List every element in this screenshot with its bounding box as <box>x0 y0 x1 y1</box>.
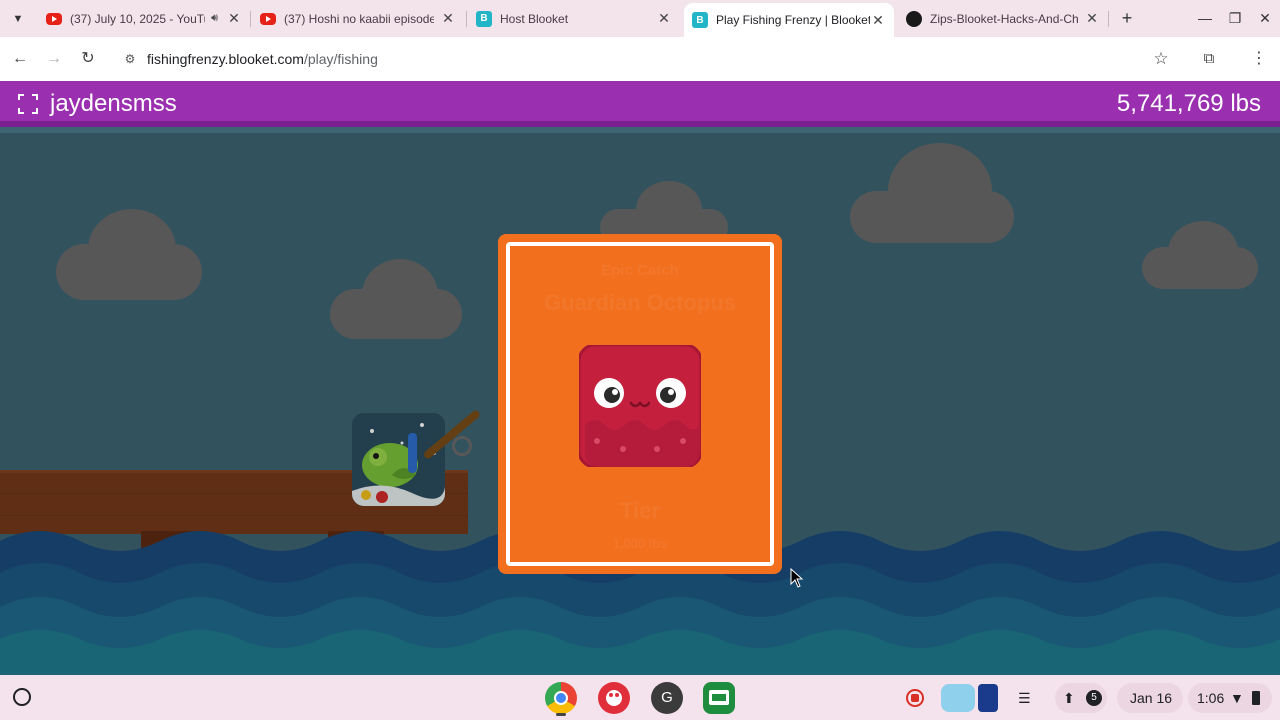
window-thumbnail[interactable] <box>978 684 998 712</box>
catch-weight: 1,000 lbs <box>612 536 668 551</box>
total-weight: 5,741,769 lbs <box>1116 90 1261 117</box>
speaker-icon[interactable]: 🔊︎ <box>211 12 218 25</box>
tab-host-blooket[interactable]: B Host Blooket ✕ <box>468 5 680 32</box>
tab-separator <box>466 11 467 27</box>
arrow-left-icon: ← <box>12 50 28 67</box>
catch-rarity: Epic Catch <box>601 262 679 279</box>
upload-icon: ⬆︎ <box>1063 690 1075 706</box>
launcher-button[interactable] <box>13 688 31 706</box>
tab-title: Zips-Blooket-Hacks-And-Cheats <box>930 11 1078 26</box>
player-name: jaydensmss <box>50 90 177 117</box>
browser-toolbar: ← → ↻ ⚙︎ fishingfrenzy.blooket.com/play/… <box>0 37 1280 81</box>
arrow-right-icon: → <box>46 50 62 67</box>
tab-title: Play Fishing Frenzy | Blooket <box>716 13 870 27</box>
clock-text: 1:06 <box>1197 690 1225 706</box>
red-octopus-blook <box>579 345 701 467</box>
close-icon[interactable]: ✕ <box>870 12 886 29</box>
wifi-icon: ▼ <box>1230 690 1244 706</box>
tab-separator <box>1108 11 1109 27</box>
playlist-icon[interactable]: ☰ <box>1018 688 1031 708</box>
tab-separator <box>250 11 251 27</box>
plus-icon: + <box>1121 8 1133 28</box>
game-header: jaydensmss 5,741,769 lbs <box>0 81 1280 127</box>
bookmark-star-icon[interactable]: ☆ <box>1150 48 1172 70</box>
site-info-icon[interactable]: ⚙︎ <box>119 48 141 70</box>
tab-search-button[interactable]: ▼ <box>7 8 29 30</box>
close-icon: ✕ <box>1259 10 1271 26</box>
chevron-down-icon: ▼ <box>12 13 24 25</box>
g-app-icon[interactable]: G <box>651 682 683 714</box>
youtube-icon <box>46 11 62 27</box>
game-canvas: jaydensmss 5,741,769 lbs Epic Catch Guar… <box>0 81 1280 675</box>
screen-record-icon[interactable] <box>906 689 924 707</box>
minimize-button[interactable]: — <box>1194 8 1216 28</box>
fullscreen-icon[interactable] <box>18 94 38 114</box>
restore-icon: ❐ <box>1228 10 1242 26</box>
blooket-icon: B <box>476 10 492 27</box>
youtube-icon <box>260 11 276 27</box>
canva-palette-icon[interactable] <box>598 682 630 714</box>
url-host: fishingfrenzy.blooket.com <box>147 51 304 67</box>
classroom-app-icon[interactable] <box>703 682 735 714</box>
close-icon[interactable]: ✕ <box>226 10 242 27</box>
url-text[interactable]: fishingfrenzy.blooket.com/play/fishing <box>147 51 378 67</box>
date-text: Jan 16 <box>1130 690 1173 706</box>
tab-youtube-hoshi[interactable]: (37) Hoshi no kaabii episode ✕ <box>252 5 464 32</box>
catch-card[interactable]: Epic Catch Guardian Octopus Tier 1,000 l… <box>498 234 782 574</box>
reload-icon: ↻ <box>81 50 95 67</box>
catch-tier: Tier <box>620 498 660 523</box>
more-menu-icon[interactable]: ⋮ <box>1248 48 1270 70</box>
close-icon[interactable]: ✕ <box>1084 10 1100 27</box>
tab-youtube-july[interactable]: (37) July 10, 2025 - YouTube 🔊︎ ✕ <box>38 5 250 32</box>
tab-title: Host Blooket <box>500 11 569 26</box>
tab-title: (37) Hoshi no kaabii episode <box>284 11 434 26</box>
close-window-button[interactable]: ✕ <box>1254 8 1276 28</box>
tab-fishing-frenzy[interactable]: B Play Fishing Frenzy | Blooket ✕ <box>684 3 894 37</box>
url-path: /play/fishing <box>303 51 378 67</box>
blooket-icon: B <box>692 12 708 28</box>
minimize-icon: — <box>1198 10 1212 26</box>
tab-strip: ▼ (37) July 10, 2025 - YouTube 🔊︎ ✕ (37)… <box>0 0 1280 37</box>
close-icon[interactable]: ✕ <box>656 10 672 27</box>
address-bar[interactable]: ⚙︎ fishingfrenzy.blooket.com/play/fishin… <box>113 43 1193 75</box>
extensions-icon[interactable]: ⧉ <box>1198 48 1220 70</box>
running-indicator <box>556 713 566 716</box>
tab-title: (37) July 10, 2025 - YouTube <box>70 11 205 26</box>
mouse-cursor-icon <box>790 568 804 588</box>
battery-icon <box>1252 691 1260 705</box>
reload-button[interactable]: ↻ <box>77 48 99 70</box>
notification-count: 5 <box>1086 690 1102 706</box>
github-icon <box>906 10 922 27</box>
forward-button[interactable]: → <box>43 48 65 70</box>
window-thumbnail[interactable] <box>941 684 975 712</box>
tab-github-zips[interactable]: Zips-Blooket-Hacks-And-Cheats ✕ <box>898 5 1108 32</box>
new-tab-button[interactable]: + <box>1116 8 1138 30</box>
catch-name: Guardian Octopus <box>544 290 736 315</box>
chrome-icon[interactable] <box>545 682 577 714</box>
close-icon[interactable]: ✕ <box>440 10 456 27</box>
restore-button[interactable]: ❐ <box>1224 8 1246 28</box>
back-button[interactable]: ← <box>9 48 31 70</box>
